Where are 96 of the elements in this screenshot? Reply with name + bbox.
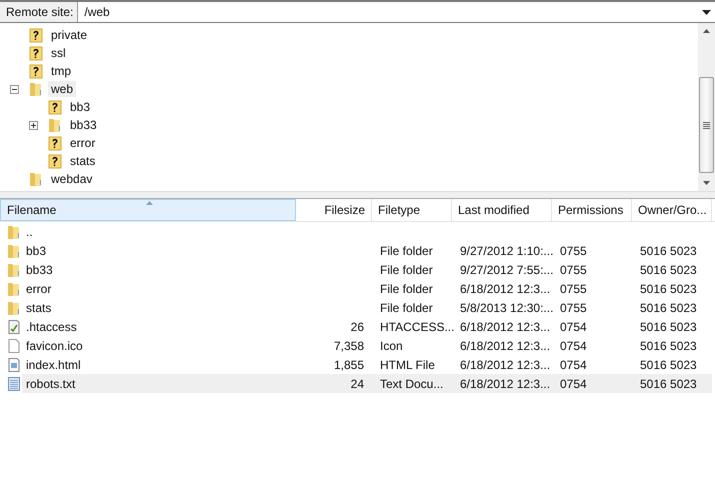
table-cell-text: File folder xyxy=(379,242,434,260)
unknown-folder-icon xyxy=(47,153,63,169)
file-row[interactable]: stats File folder 5/8/2013 12:30:... 0755 5016 5023 xyxy=(0,298,712,317)
folder-icon xyxy=(6,280,22,296)
table-cell-text: 7,358 xyxy=(332,338,365,354)
scrollbar-thumb[interactable] xyxy=(699,77,714,173)
dropdown-caret-icon[interactable] xyxy=(702,10,711,14)
table-cell-text: 0754 xyxy=(559,356,588,374)
file-row[interactable]: favicon.ico 7,358 Icon 6/18/2012 12:3... 0754 5016 5023 xyxy=(0,336,712,355)
table-cell-text: File folder xyxy=(379,262,434,278)
table-cell-text: 5016 5023 xyxy=(639,356,698,374)
expand-icon[interactable] xyxy=(29,120,38,130)
folder-icon xyxy=(28,171,44,187)
table-cell-text: 9/27/2012 1:10:... xyxy=(459,242,554,260)
table-cell-text: 24 xyxy=(350,376,365,392)
unknown-folder-icon xyxy=(28,63,44,79)
table-cell-text: Icon xyxy=(379,338,404,354)
tree-item[interactable]: bb3 xyxy=(67,99,94,115)
folder-icon xyxy=(47,117,63,133)
table-cell-text: 0754 xyxy=(559,318,588,336)
tree-item[interactable]: error xyxy=(67,135,98,151)
column-header[interactable]: Owner/Gro... xyxy=(632,199,712,221)
unknown-folder-icon xyxy=(28,27,44,43)
table-cell-text: 5016 5023 xyxy=(639,338,698,354)
tree-item[interactable]: private xyxy=(48,27,90,43)
scroll-down-icon[interactable] xyxy=(703,181,710,185)
file-row[interactable]: bb3 File folder 9/27/2012 1:10:... 0755 5016 5023 xyxy=(0,241,712,260)
table-cell-text: 6/18/2012 12:3... xyxy=(459,338,552,354)
table-cell-text: File folder xyxy=(379,280,434,298)
tree-item[interactable]: stats xyxy=(67,153,98,169)
table-cell-text: 5016 5023 xyxy=(639,262,698,278)
settings-file-icon xyxy=(6,318,22,334)
table-cell-text: 9/27/2012 7:55:... xyxy=(459,262,554,278)
file-row[interactable]: error File folder 6/18/2012 12:3... 0755 5016 5023 xyxy=(0,279,712,298)
table-cell-text: 5016 5023 xyxy=(639,376,698,392)
table-cell-text: 5016 5023 xyxy=(639,242,698,260)
scrollbar[interactable] xyxy=(698,23,715,191)
column-header[interactable]: Last modified xyxy=(452,199,552,221)
table-cell-text: 0754 xyxy=(559,376,588,392)
folder-icon xyxy=(6,224,22,240)
file-name: bb3 xyxy=(25,242,48,260)
remote-site-label: Remote site: xyxy=(0,2,78,22)
file-name: error xyxy=(25,280,52,298)
table-cell-text: 5/8/2013 12:30:... xyxy=(459,300,554,316)
table-cell-text: 0755 xyxy=(559,242,588,260)
tree-item[interactable]: bb33 xyxy=(67,117,100,133)
table-cell-text: 0755 xyxy=(559,280,588,298)
file-row[interactable]: bb33 File folder 9/27/2012 7:55:... 0755 5016 5023 xyxy=(0,260,712,279)
table-cell-text: 6/18/2012 12:3... xyxy=(459,356,552,374)
column-header[interactable]: Permissions xyxy=(552,199,632,221)
table-cell-text: 0755 xyxy=(559,262,588,278)
unknown-folder-icon xyxy=(47,135,63,151)
tree-item[interactable]: web xyxy=(48,81,76,97)
file-name: robots.txt xyxy=(25,376,76,392)
table-cell-text: 5016 5023 xyxy=(639,280,698,298)
unknown-folder-icon xyxy=(47,99,63,115)
tree-item[interactable]: ssl xyxy=(48,45,69,61)
folder-icon xyxy=(6,262,22,278)
unknown-folder-icon xyxy=(28,45,44,61)
table-cell-text: 6/18/2012 12:3... xyxy=(459,318,552,336)
file-name: .. xyxy=(25,224,34,240)
file-name: favicon.ico xyxy=(25,338,84,354)
scroll-up-icon[interactable] xyxy=(703,29,710,33)
folder-icon xyxy=(6,242,22,258)
tree-item[interactable]: webdav xyxy=(48,171,96,187)
table-cell-text: Text Docu... xyxy=(379,376,444,392)
web-file-icon xyxy=(6,356,22,372)
table-cell-text: 26 xyxy=(350,318,365,336)
table-cell-text: 0754 xyxy=(559,338,588,354)
sort-arrow-icon xyxy=(146,201,153,205)
folder-icon xyxy=(28,81,44,97)
column-header[interactable]: Filetype xyxy=(372,199,452,221)
file-row[interactable]: .htaccess 26 HTACCESS... 6/18/2012 12:3... 0754 5016 5023 xyxy=(0,317,712,336)
file-name: bb33 xyxy=(25,262,54,278)
text-file-icon xyxy=(6,376,22,392)
table-cell-text: 6/18/2012 12:3... xyxy=(459,376,552,392)
column-header[interactable]: Filesize xyxy=(296,199,372,221)
table-cell-text: 6/18/2012 12:3... xyxy=(459,280,552,298)
table-cell-text: File folder xyxy=(379,300,434,316)
file-icon xyxy=(6,338,22,354)
table-cell-text: 0755 xyxy=(559,300,588,316)
file-name: .htaccess xyxy=(25,318,78,336)
file-row[interactable]: .. xyxy=(0,222,712,241)
folder-icon xyxy=(6,300,22,316)
table-cell-text: 5016 5023 xyxy=(639,300,698,316)
file-name: index.html xyxy=(25,356,82,374)
tree-item[interactable]: tmp xyxy=(48,63,74,79)
table-cell-text: HTML File xyxy=(379,356,436,374)
file-name: stats xyxy=(25,300,52,316)
column-header[interactable]: Filename xyxy=(0,199,296,221)
table-cell-text: 5016 5023 xyxy=(639,318,698,336)
remote-site-field[interactable]: /web xyxy=(78,2,715,22)
table-cell-text: HTACCESS... xyxy=(379,318,456,336)
file-row[interactable]: index.html 1,855 HTML File 6/18/2012 12:3... 0754 5016 5023 xyxy=(0,355,712,374)
collapse-icon[interactable] xyxy=(10,84,19,94)
table-cell-text: 1,855 xyxy=(332,356,365,374)
